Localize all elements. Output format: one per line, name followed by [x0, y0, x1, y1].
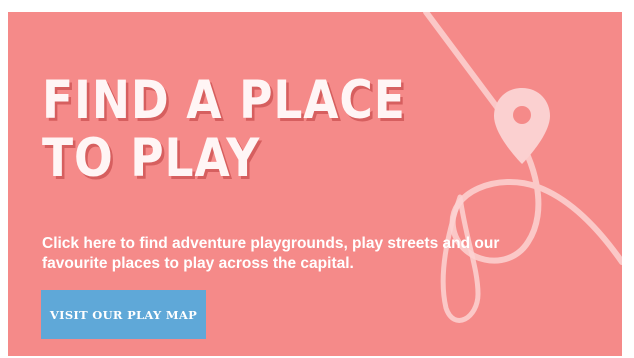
page-title: FIND A PLACE TO PLAY: [42, 72, 406, 188]
headline-line-2: TO PLAY: [42, 128, 261, 189]
visit-play-map-button[interactable]: VISIT OUR PLAY MAP: [41, 290, 206, 339]
map-pin-icon: [494, 88, 550, 164]
headline-line-1: FIND A PLACE: [42, 70, 406, 131]
play-map-banner[interactable]: FIND A PLACE TO PLAY Click here to find …: [8, 12, 622, 356]
banner-description: Click here to find adventure playgrounds…: [42, 235, 500, 272]
